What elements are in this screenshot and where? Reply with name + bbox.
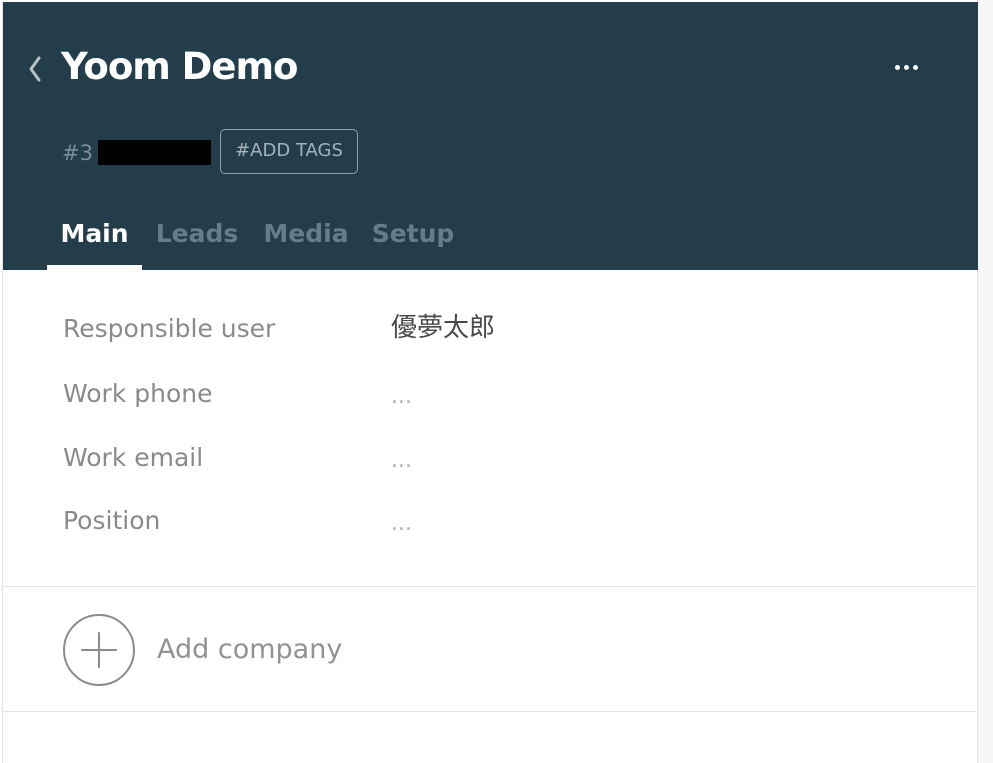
plus-circle-icon	[63, 614, 135, 686]
tab-setup[interactable]: Setup	[368, 212, 458, 270]
work-email-value[interactable]: ...	[391, 444, 412, 478]
chevron-left-icon	[29, 56, 41, 82]
more-menu-button[interactable]	[885, 56, 929, 80]
responsible-user-label: Responsible user	[63, 314, 276, 343]
contact-header: Yoom Demo #3 #ADD TAGS Main Leads Media …	[3, 2, 978, 270]
work-email-label: Work email	[63, 443, 204, 472]
work-phone-label: Work phone	[63, 379, 213, 408]
work-phone-value[interactable]: ...	[391, 380, 412, 414]
contact-page: Yoom Demo #3 #ADD TAGS Main Leads Media …	[0, 0, 993, 763]
more-horizontal-icon	[895, 65, 900, 70]
position-label: Position	[63, 506, 161, 535]
position-value[interactable]: ...	[391, 507, 412, 541]
contact-id: #3	[62, 141, 93, 165]
add-tags-button[interactable]: #ADD TAGS	[220, 129, 358, 174]
redacted-id	[98, 140, 211, 165]
plus-icon	[81, 632, 117, 668]
bottom-divider	[3, 711, 978, 712]
responsible-user-value[interactable]: 優夢太郎	[391, 311, 495, 345]
contact-card: Yoom Demo #3 #ADD TAGS Main Leads Media …	[2, 2, 978, 763]
right-panel-edge	[977, 0, 993, 763]
tab-media[interactable]: Media	[257, 212, 355, 270]
more-dot	[904, 65, 909, 70]
section-divider	[3, 586, 978, 587]
add-company-label: Add company	[157, 634, 343, 665]
contact-title[interactable]: Yoom Demo	[61, 42, 298, 92]
tab-main[interactable]: Main	[47, 212, 142, 270]
add-company-button[interactable]: Add company	[63, 614, 353, 688]
more-dot	[913, 65, 918, 70]
tab-leads[interactable]: Leads	[151, 212, 243, 270]
back-button[interactable]	[23, 52, 47, 86]
